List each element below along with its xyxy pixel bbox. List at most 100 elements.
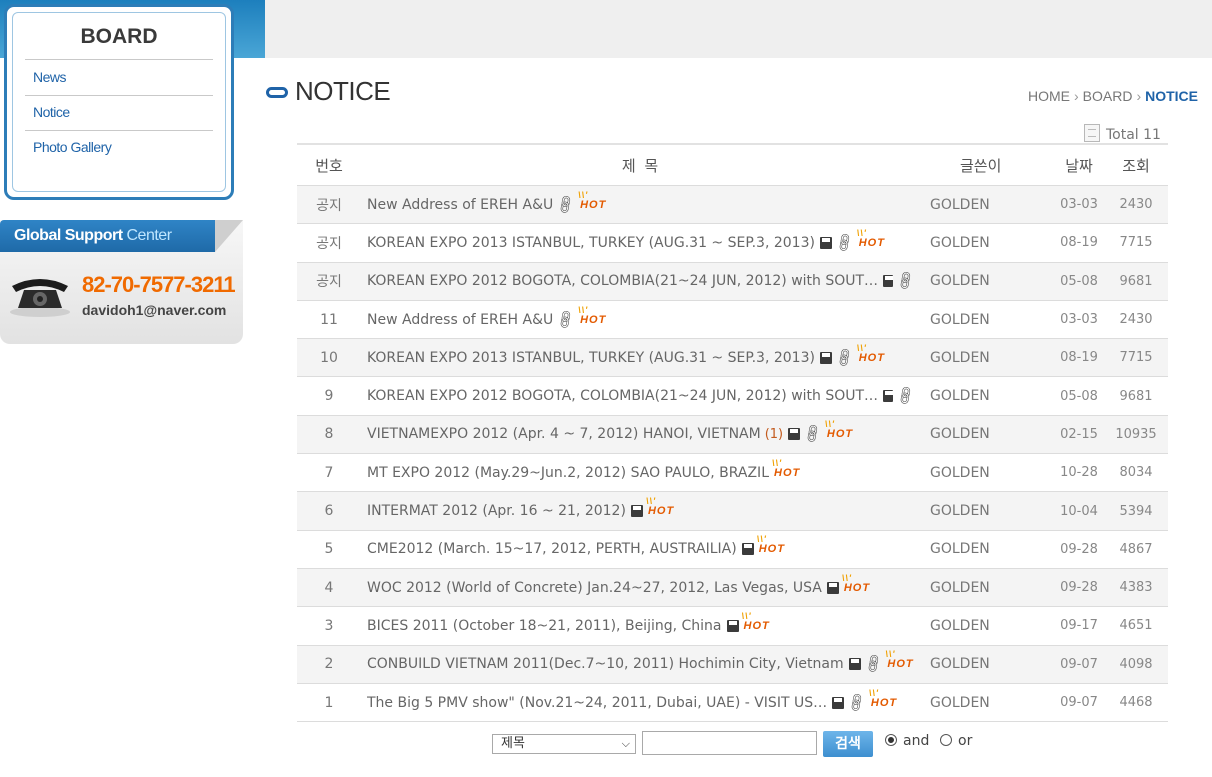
post-title-link[interactable]: BICES 2011 (October 18~21, 2011), Beijin…	[367, 618, 722, 634]
row-number: 6	[324, 503, 334, 520]
floppy-disk-icon	[883, 390, 894, 403]
hot-badge-icon: HOT	[869, 688, 897, 709]
row-title-cell: CONBUILD VIETNAM 2011(Dec.7~10, 2011) Ho…	[367, 646, 915, 683]
row-date: 09-07	[1060, 656, 1098, 672]
post-title-link[interactable]: KOREAN EXPO 2012 BOGOTA, COLOMBIA(21~24 …	[367, 388, 878, 404]
row-writer: GOLDEN	[930, 656, 990, 673]
link-icon: 🔗︎	[832, 346, 857, 370]
floppy-disk-icon	[826, 581, 839, 594]
search-field-select[interactable]: 제목 ⌵	[492, 734, 636, 754]
row-date: 09-17	[1060, 618, 1098, 634]
row-title-cell: BICES 2011 (October 18~21, 2011), Beijin…	[367, 607, 915, 644]
header-top-bar	[265, 0, 1212, 58]
radio-or-label: or	[958, 733, 973, 749]
table-row: 1 The Big 5 PMV show" (Nov.21~24, 2011, D…	[297, 684, 1168, 723]
row-title-cell: WOC 2012 (World of Concrete) Jan.24~27, …	[367, 569, 915, 606]
post-title-link[interactable]: New Address of EREH A&U	[367, 312, 553, 328]
row-title-cell: CME2012 (March. 15~17, 2012, PERTH, AUST…	[367, 531, 915, 568]
row-date: 10-04	[1060, 503, 1098, 519]
post-title-link[interactable]: VIETNAMEXPO 2012 (Apr. 4 ~ 7, 2012) HANO…	[367, 426, 761, 442]
row-number: 9	[324, 388, 334, 405]
post-title-link[interactable]: CONBUILD VIETNAM 2011(Dec.7~10, 2011) Ho…	[367, 656, 844, 672]
link-icon: 🔗︎	[894, 269, 915, 293]
header-views: 조회	[1122, 156, 1150, 175]
row-date: 05-08	[1060, 388, 1098, 404]
row-title-cell: INTERMAT 2012 (Apr. 16 ~ 21, 2012) HOT	[367, 492, 915, 529]
row-views: 5394	[1119, 503, 1153, 519]
post-title-link[interactable]: KOREAN EXPO 2012 BOGOTA, COLOMBIA(21~24 …	[367, 273, 878, 289]
row-number: 7	[324, 464, 334, 481]
row-date: 08-19	[1060, 350, 1098, 366]
hot-badge-icon: HOT	[857, 228, 885, 249]
comment-count[interactable]: (1)	[765, 427, 783, 442]
post-title-link[interactable]: MT EXPO 2012 (May.29~Jun.2, 2012) SAO PA…	[367, 465, 769, 481]
table-row: 5 CME2012 (March. 15~17, 2012, PERTH, AUS…	[297, 531, 1168, 569]
post-title-link[interactable]: INTERMAT 2012 (Apr. 16 ~ 21, 2012)	[367, 503, 626, 519]
row-number: 11	[320, 311, 338, 328]
link-icon: 🔗︎	[861, 652, 886, 676]
search-input[interactable]	[642, 731, 817, 755]
board-menu: BOARD News Notice Photo Gallery	[4, 4, 234, 200]
hot-badge-icon: HOT	[825, 419, 853, 440]
breadcrumb-home[interactable]: HOME	[1028, 88, 1070, 104]
row-title-cell: KOREAN EXPO 2012 BOGOTA, COLOMBIA(21~24 …	[367, 377, 915, 414]
row-number: 1	[324, 694, 334, 711]
total-count: Total 11	[1084, 124, 1161, 143]
row-views: 2430	[1119, 312, 1153, 328]
row-number: 8	[324, 426, 334, 443]
sidebar-item-notice[interactable]: Notice	[33, 104, 70, 120]
row-writer: GOLDEN	[930, 349, 990, 366]
page-title: NOTICE	[295, 76, 391, 106]
row-number: 2	[324, 656, 334, 673]
search-field-selected: 제목	[501, 736, 525, 751]
hot-badge-icon: HOT	[857, 343, 885, 364]
floppy-disk-icon	[741, 543, 754, 556]
radio-and[interactable]: and	[885, 733, 929, 749]
search-button[interactable]: 검색	[823, 731, 873, 757]
row-date: 10-28	[1060, 465, 1098, 481]
board-menu-divider	[25, 59, 213, 60]
global-support-banner: Global Support Center 82-70-7577-3211 da…	[0, 220, 243, 344]
row-writer: GOLDEN	[930, 617, 990, 634]
document-icon	[1084, 124, 1100, 142]
banner-fold	[215, 220, 243, 252]
row-views: 10935	[1115, 426, 1157, 442]
breadcrumb-separator-icon: ›	[1073, 88, 1079, 104]
row-views: 9681	[1119, 273, 1153, 289]
hot-badge-icon: HOT	[741, 611, 770, 632]
row-title-cell: New Address of EREH A&U🔗︎HOT	[367, 186, 915, 223]
title-bullet-icon	[266, 87, 288, 98]
row-date: 03-03	[1060, 197, 1098, 213]
support-phone-number: 82-70-7577-3211	[82, 272, 236, 297]
floppy-disk-icon	[883, 275, 894, 288]
hot-badge-icon: HOT	[646, 496, 674, 517]
floppy-disk-icon	[788, 428, 801, 441]
row-number: 공지	[316, 235, 342, 252]
row-views: 4468	[1119, 695, 1153, 710]
post-title-link[interactable]: The Big 5 PMV show" (Nov.21~24, 2011, Du…	[367, 695, 827, 711]
post-title-link[interactable]: KOREAN EXPO 2013 ISTANBUL, TURKEY (AUG.3…	[367, 350, 815, 366]
radio-or[interactable]: or	[940, 733, 972, 749]
row-writer: GOLDEN	[930, 579, 990, 596]
row-title-cell: KOREAN EXPO 2013 ISTANBUL, TURKEY (AUG.3…	[367, 224, 915, 261]
link-icon: 🔗︎	[554, 307, 579, 332]
row-views: 4098	[1119, 656, 1153, 672]
row-date: 03-03	[1060, 312, 1098, 328]
row-number: 10	[320, 349, 338, 366]
post-title-link[interactable]: New Address of EREH A&U	[367, 197, 553, 213]
link-icon: 🔗︎	[554, 192, 579, 217]
table-row: 공지 New Address of EREH A&U🔗︎HOT GOLDEN 03-0…	[297, 186, 1168, 225]
sidebar-item-photo-gallery[interactable]: Photo Gallery	[33, 139, 112, 155]
global-support-title: Global Support Center	[0, 220, 215, 252]
hot-badge-icon: HOT	[757, 534, 785, 555]
table-row: 7 MT EXPO 2012 (May.29~Jun.2, 2012) SAO P…	[297, 454, 1168, 493]
header-writer: 글쓴이	[960, 156, 1002, 175]
post-title-link[interactable]: KOREAN EXPO 2013 ISTANBUL, TURKEY (AUG.3…	[367, 235, 815, 251]
sidebar-item-news[interactable]: News	[33, 69, 67, 85]
row-date: 09-07	[1060, 695, 1098, 710]
row-writer: GOLDEN	[930, 694, 990, 711]
breadcrumb-board[interactable]: BOARD	[1083, 88, 1133, 104]
post-title-link[interactable]: WOC 2012 (World of Concrete) Jan.24~27, …	[367, 580, 822, 596]
post-title-link[interactable]: CME2012 (March. 15~17, 2012, PERTH, AUST…	[367, 541, 737, 557]
header-num: 번호	[315, 156, 343, 175]
